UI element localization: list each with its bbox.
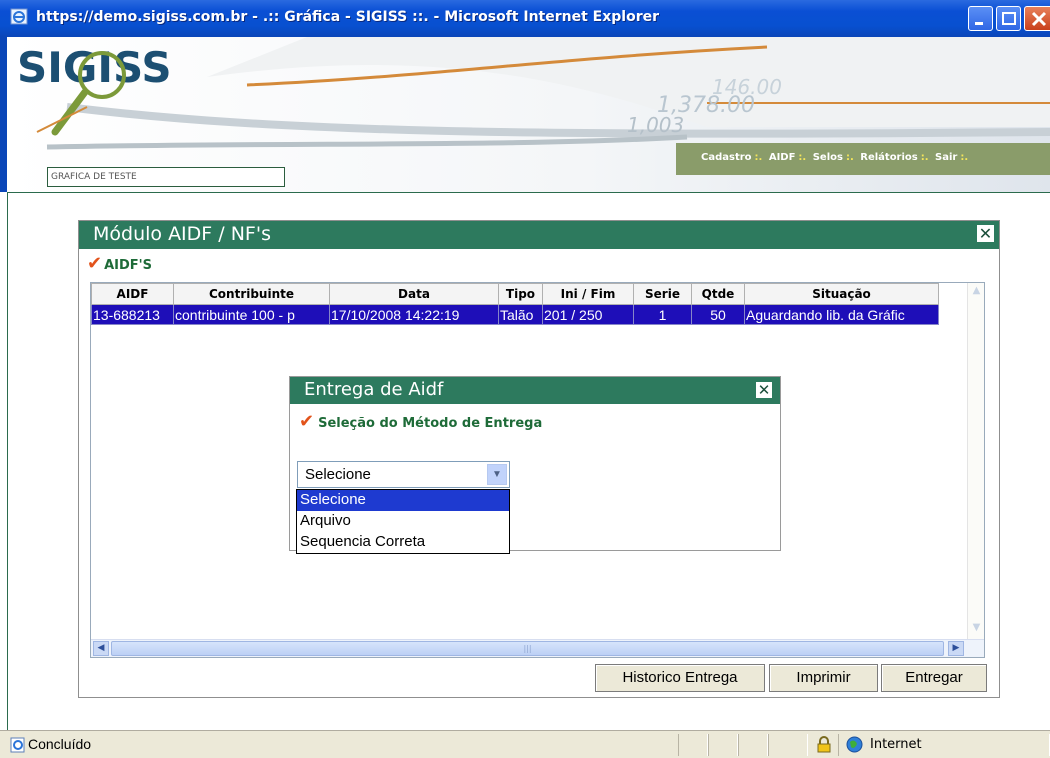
- menu-sair[interactable]: Sair: [935, 152, 957, 163]
- logo-text: SIGISS: [17, 43, 172, 92]
- aidf-section-label: AIDF'S: [104, 258, 153, 273]
- maximize-icon: [1002, 12, 1016, 25]
- imprimir-button[interactable]: Imprimir: [769, 664, 878, 692]
- window-title: https://demo.sigiss.com.br - .:: Gráfica…: [36, 9, 659, 25]
- top-menu: Cadastro:. AIDF:. Selos:. Relátorios:. S…: [676, 143, 1050, 175]
- cell-contribuinte: contribuinte 100 - p: [173, 304, 330, 325]
- col-situacao[interactable]: Situação: [744, 283, 939, 305]
- checkmark-icon: ✔: [87, 253, 103, 274]
- close-icon: [1031, 11, 1047, 27]
- status-cell: [768, 734, 808, 756]
- scroll-up-icon[interactable]: ▲: [969, 285, 984, 302]
- scroll-thumb[interactable]: |||: [111, 641, 944, 656]
- select-value: Selecione: [305, 466, 371, 483]
- col-data[interactable]: Data: [329, 283, 499, 305]
- entregar-button[interactable]: Entregar: [881, 664, 987, 692]
- menu-relatorios[interactable]: Relátorios: [860, 152, 918, 163]
- status-text: Concluído: [28, 736, 92, 752]
- status-bar: Concluído Internet: [0, 730, 1050, 758]
- minimize-icon: [975, 22, 983, 25]
- scroll-left-icon[interactable]: ◀: [93, 641, 109, 656]
- cell-serie: 1: [633, 304, 692, 325]
- cell-qtde: 50: [691, 304, 745, 325]
- col-tipo[interactable]: Tipo: [498, 283, 543, 305]
- col-qtde[interactable]: Qtde: [691, 283, 745, 305]
- dialog-section-heading: ✔ Seleção do Método de Entrega: [299, 411, 542, 432]
- browser-title-bar[interactable]: https://demo.sigiss.com.br - .:: Gráfica…: [0, 0, 1050, 37]
- dialog-title: Entrega de Aidf: [290, 377, 780, 404]
- menu-cadastro[interactable]: Cadastro: [701, 152, 752, 163]
- option-sequencia-correta[interactable]: Sequencia Correta: [297, 532, 509, 553]
- checkmark-icon: ✔: [299, 411, 315, 432]
- grid-header-row: AIDF Contribuinte Data Tipo Ini / Fim Se…: [91, 283, 939, 305]
- table-row[interactable]: 13-688213 contribuinte 100 - p 17/10/200…: [91, 304, 939, 325]
- vertical-scrollbar[interactable]: ▲ ▼: [967, 283, 984, 641]
- horizontal-scrollbar[interactable]: ◀ ||| ▶: [91, 639, 984, 657]
- col-ini-fim[interactable]: Ini / Fim: [542, 283, 634, 305]
- cell-tipo: Talão: [498, 304, 543, 325]
- module-title: Módulo AIDF / NF's: [79, 221, 999, 249]
- svg-text:1,003: 1,003: [627, 113, 684, 137]
- col-aidf[interactable]: AIDF: [91, 283, 174, 305]
- dialog-close-icon[interactable]: ✕: [755, 381, 773, 399]
- col-serie[interactable]: Serie: [633, 283, 692, 305]
- internet-globe-icon: [846, 736, 863, 753]
- cell-ini-fim: 201 / 250: [542, 304, 634, 325]
- status-cell: [738, 734, 768, 756]
- zone-text: Internet: [870, 737, 922, 752]
- page-done-icon: [10, 737, 25, 753]
- grafica-name-field: GRAFICA DE TESTE: [47, 167, 285, 187]
- close-window-button[interactable]: [1024, 6, 1050, 31]
- chevron-down-icon[interactable]: ▼: [487, 464, 507, 485]
- historico-entrega-button[interactable]: Historico Entrega: [595, 664, 765, 692]
- minimize-button[interactable]: [968, 6, 993, 31]
- menu-aidf[interactable]: AIDF: [769, 152, 796, 163]
- scroll-down-icon[interactable]: ▼: [969, 622, 984, 639]
- dialog-section-label: Seleção do Método de Entrega: [318, 416, 543, 431]
- option-arquivo[interactable]: Arquivo: [297, 511, 509, 532]
- lock-icon[interactable]: [817, 736, 831, 753]
- metodo-entrega-options[interactable]: Selecione Arquivo Sequencia Correta: [296, 489, 510, 554]
- option-selecione[interactable]: Selecione: [297, 490, 509, 511]
- status-cell: [708, 734, 738, 756]
- internet-explorer-icon: [10, 8, 28, 25]
- cell-situacao: Aguardando lib. da Gráfic: [744, 304, 939, 325]
- aidf-section-heading: ✔ AIDF'S: [87, 253, 152, 274]
- metodo-entrega-select[interactable]: Selecione ▼: [297, 461, 510, 488]
- module-close-icon[interactable]: ✕: [976, 224, 995, 243]
- col-contribuinte[interactable]: Contribuinte: [173, 283, 330, 305]
- cell-data: 17/10/2008 14:22:19: [329, 304, 499, 325]
- status-cell: [678, 734, 708, 756]
- scroll-right-icon[interactable]: ▶: [948, 641, 964, 656]
- svg-text:146.00: 146.00: [712, 75, 782, 99]
- maximize-button[interactable]: [996, 6, 1021, 31]
- cell-aidf: 13-688213: [91, 304, 174, 325]
- menu-selos[interactable]: Selos: [813, 152, 843, 163]
